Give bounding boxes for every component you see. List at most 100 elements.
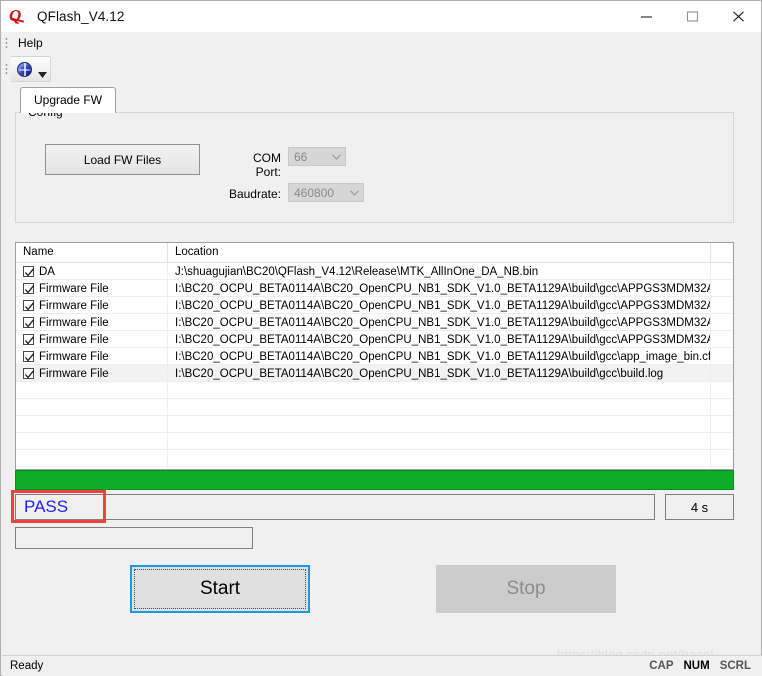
file-location-cell: [168, 433, 711, 450]
file-name-cell: [16, 450, 168, 467]
checkbox-checked-icon[interactable]: [23, 300, 35, 311]
focus-outline: [134, 569, 306, 609]
checkbox-checked-icon[interactable]: [23, 368, 35, 379]
file-extra-cell: [711, 416, 733, 433]
file-location-cell: J:\shuagujian\BC20\QFlash_V4.12\Release\…: [168, 263, 711, 280]
checkbox-checked-icon[interactable]: [23, 283, 35, 294]
indicator-scrl: SCRL: [719, 660, 751, 672]
file-name-label: Firmware File: [39, 333, 109, 346]
file-location-cell: [168, 416, 711, 433]
table-row-empty[interactable]: [16, 382, 733, 399]
column-header-name[interactable]: Name: [16, 243, 168, 263]
file-location-cell: I:\BC20_OCPU_BETA0114A\BC20_OpenCPU_NB1_…: [168, 331, 711, 348]
file-name-label: Firmware File: [39, 316, 109, 329]
checkbox-checked-icon[interactable]: [23, 351, 35, 362]
file-extra-cell: [711, 297, 733, 314]
firmware-file-list[interactable]: Name Location DA J:\shuagujian\BC20\QFlas…: [15, 242, 734, 470]
com-port-label: COM Port:: [253, 151, 281, 179]
chevron-down-icon: [345, 184, 363, 201]
file-extra-cell: [711, 450, 733, 467]
load-fw-files-button[interactable]: Load FW Files: [45, 144, 200, 175]
qflash-window: Q QFlash_V4.12 Help Upgrade FW Load FW F…: [0, 0, 762, 676]
file-name-cell: Firmware File: [16, 314, 168, 331]
file-location-cell: I:\BC20_OCPU_BETA0114A\BC20_OpenCPU_NB1_…: [168, 365, 711, 382]
file-extra-cell: [711, 263, 733, 280]
file-extra-cell: [711, 365, 733, 382]
status-indicators: CAP NUM SCRL: [644, 660, 762, 672]
globe-help-icon[interactable]: [11, 57, 37, 81]
tab-upgrade-fw[interactable]: Upgrade FW: [20, 87, 117, 113]
indicator-num: NUM: [683, 660, 710, 672]
file-name-label: DA: [39, 265, 55, 278]
tab-strip: Upgrade FW: [20, 87, 117, 113]
chevron-down-icon[interactable]: [37, 57, 48, 81]
indicator-cap: CAP: [649, 660, 674, 672]
window-title: QFlash_V4.12: [37, 9, 125, 24]
file-name-cell: Firmware File: [16, 365, 168, 382]
tool-bar: [1, 54, 761, 84]
table-row[interactable]: Firmware File I:\BC20_OCPU_BETA0114A\BC20…: [16, 365, 733, 382]
file-name-cell: [16, 416, 168, 433]
config-groupbox: Config Load FW Files COM Port: 66 Baudra…: [15, 105, 734, 223]
stop-button[interactable]: Stop: [436, 565, 616, 613]
baudrate-select[interactable]: 460800: [288, 183, 364, 202]
file-name-cell: [16, 399, 168, 416]
file-name-cell: [16, 382, 168, 399]
file-extra-cell: [711, 399, 733, 416]
file-extra-cell: [711, 331, 733, 348]
maximize-button[interactable]: [669, 1, 715, 32]
column-header-extra[interactable]: [711, 243, 733, 263]
table-row-empty[interactable]: [16, 399, 733, 416]
file-name-label: Firmware File: [39, 350, 109, 363]
stop-button-label: Stop: [506, 578, 546, 599]
column-header-location[interactable]: Location: [168, 243, 711, 263]
toolbar-grip-handle[interactable]: [4, 62, 11, 76]
file-name-cell: [16, 433, 168, 450]
file-extra-cell: [711, 433, 733, 450]
checkbox-checked-icon[interactable]: [23, 317, 35, 328]
file-name-cell: Firmware File: [16, 297, 168, 314]
result-status-field: PASS: [15, 494, 655, 520]
table-row[interactable]: Firmware File I:\BC20_OCPU_BETA0114A\BC20…: [16, 280, 733, 297]
chevron-down-icon: [327, 148, 345, 165]
table-row[interactable]: Firmware File I:\BC20_OCPU_BETA0114A\BC20…: [16, 348, 733, 365]
table-row-empty[interactable]: [16, 416, 733, 433]
table-row[interactable]: DA J:\shuagujian\BC20\QFlash_V4.12\Releas…: [16, 263, 733, 280]
elapsed-time-field: 4 s: [665, 494, 734, 520]
file-name-cell: Firmware File: [16, 280, 168, 297]
file-extra-cell: [711, 382, 733, 399]
file-list-body: DA J:\shuagujian\BC20\QFlash_V4.12\Releas…: [16, 263, 733, 469]
table-row[interactable]: Firmware File I:\BC20_OCPU_BETA0114A\BC20…: [16, 314, 733, 331]
file-location-cell: [168, 450, 711, 467]
log-input[interactable]: [15, 527, 253, 549]
table-row[interactable]: Firmware File I:\BC20_OCPU_BETA0114A\BC20…: [16, 297, 733, 314]
table-row-empty[interactable]: [16, 433, 733, 450]
file-location-cell: I:\BC20_OCPU_BETA0114A\BC20_OpenCPU_NB1_…: [168, 280, 711, 297]
file-name-cell: DA: [16, 263, 168, 280]
file-extra-cell: [711, 314, 733, 331]
toolbar-panel: [11, 56, 51, 82]
status-bar: Ready CAP NUM SCRL: [2, 655, 762, 676]
file-location-cell: I:\BC20_OCPU_BETA0114A\BC20_OpenCPU_NB1_…: [168, 314, 711, 331]
close-button[interactable]: [715, 1, 761, 32]
window-controls: [623, 1, 761, 32]
table-row[interactable]: Firmware File I:\BC20_OCPU_BETA0114A\BC20…: [16, 331, 733, 348]
table-row-empty[interactable]: [16, 450, 733, 467]
baudrate-value: 460800: [294, 185, 335, 200]
minimize-button[interactable]: [623, 1, 669, 32]
menu-item-help[interactable]: Help: [11, 34, 50, 52]
file-extra-cell: [711, 280, 733, 297]
baudrate-label: Baudrate:: [228, 187, 281, 201]
com-port-select[interactable]: 66: [288, 147, 346, 166]
title-bar: Q QFlash_V4.12: [1, 1, 761, 32]
file-name-label: Firmware File: [39, 282, 109, 295]
menu-grip-handle[interactable]: [4, 35, 11, 50]
file-name-label: Firmware File: [39, 367, 109, 380]
file-extra-cell: [711, 348, 733, 365]
file-location-cell: [168, 399, 711, 416]
start-button[interactable]: Start: [130, 565, 310, 613]
checkbox-checked-icon[interactable]: [23, 334, 35, 345]
file-name-cell: Firmware File: [16, 331, 168, 348]
menu-bar: Help: [1, 32, 761, 54]
checkbox-checked-icon[interactable]: [23, 266, 35, 277]
